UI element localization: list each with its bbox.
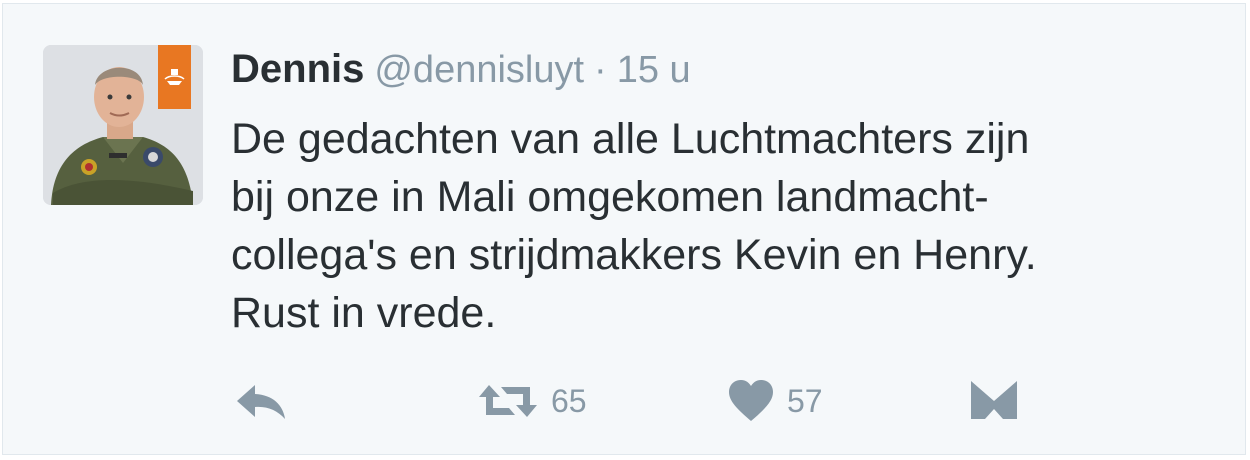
separator-dot: · [594, 49, 607, 91]
tweet-actions: 65 57 [3, 376, 1245, 426]
avatar[interactable] [43, 45, 203, 205]
handle[interactable]: @dennisluyt [374, 49, 584, 91]
avatar-photo [43, 45, 203, 205]
heart-icon [727, 379, 775, 423]
direct-message-icon [969, 379, 1019, 423]
direct-message-button[interactable] [969, 376, 1019, 426]
tweet-header: Dennis @dennisluyt · 15 u [231, 44, 691, 94]
retweet-icon [477, 381, 539, 421]
retweet-count: 65 [551, 382, 587, 419]
like-count: 57 [787, 382, 823, 419]
display-name[interactable]: Dennis [231, 47, 364, 91]
reply-button[interactable] [235, 376, 287, 426]
reply-icon [235, 381, 287, 421]
timestamp[interactable]: 15 u [617, 49, 691, 91]
tweet-card[interactable]: Dennis @dennisluyt · 15 u De gedachten van … [2, 3, 1246, 455]
retweet-button[interactable]: 65 [477, 376, 587, 426]
tweet-text: De gedachten van alle Luchtmachters zijn… [231, 115, 1037, 337]
like-button[interactable]: 57 [727, 376, 823, 426]
